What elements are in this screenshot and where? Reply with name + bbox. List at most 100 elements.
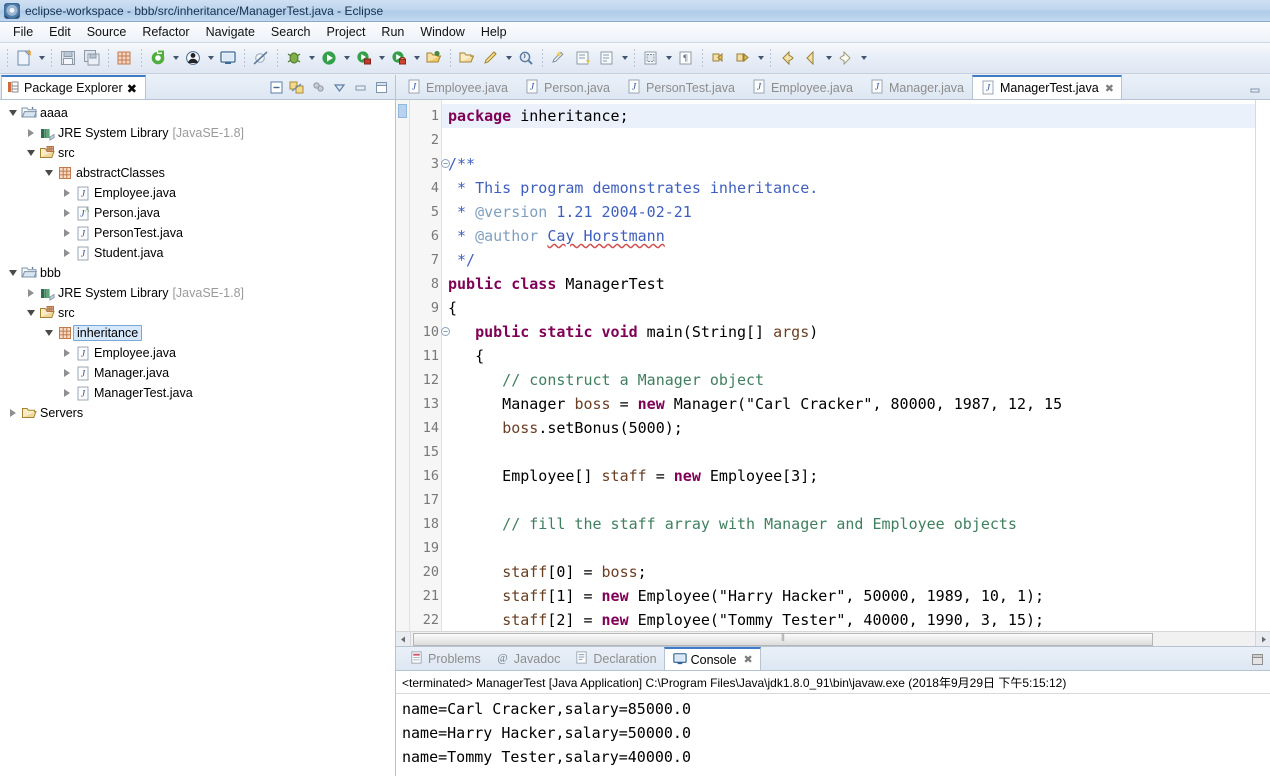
editor-tab-employee-java[interactable]: J Employee.java xyxy=(743,76,861,99)
twisty-collapsed-icon[interactable] xyxy=(60,389,74,397)
twisty-collapsed-icon[interactable] xyxy=(60,249,74,257)
tree-item-abstractclasses[interactable]: abstractClasses xyxy=(0,163,395,183)
menu-item-help[interactable]: Help xyxy=(473,23,515,41)
tree-item-manager-java[interactable]: J Manager.java xyxy=(0,363,395,383)
tree-item-bbb[interactable]: bbb xyxy=(0,263,395,283)
twisty-collapsed-icon[interactable] xyxy=(6,409,20,417)
menu-item-run[interactable]: Run xyxy=(373,23,412,41)
code-line[interactable]: { xyxy=(442,296,1270,320)
twisty-collapsed-icon[interactable] xyxy=(24,129,38,137)
edit-icon[interactable] xyxy=(479,46,503,70)
skip-breakpoints-icon[interactable] xyxy=(249,46,273,70)
editor-minimize-icon[interactable] xyxy=(1246,81,1264,99)
console-tab-problems[interactable]: Problems xyxy=(402,648,488,670)
chevron-down-icon[interactable] xyxy=(170,47,181,69)
tree-item-student-java[interactable]: J Student.java xyxy=(0,243,395,263)
editor-tab-manager-java[interactable]: J Manager.java xyxy=(861,76,972,99)
editor-tab-managertest-java-active[interactable]: J ManagerTest.java ✖ xyxy=(972,75,1122,99)
code-line[interactable]: staff[2] = new Employee("Tommy Tester", … xyxy=(442,608,1270,631)
menu-item-search[interactable]: Search xyxy=(263,23,319,41)
menu-item-project[interactable]: Project xyxy=(319,23,374,41)
code-line[interactable]: package inheritance; xyxy=(442,104,1270,128)
refresh-icon[interactable] xyxy=(146,46,170,70)
minimize-icon[interactable] xyxy=(351,78,369,96)
code-text[interactable]: package inheritance; /** * This program … xyxy=(442,100,1270,631)
link-with-editor-icon[interactable] xyxy=(288,78,306,96)
code-line[interactable]: Employee[] staff = new Employee[3]; xyxy=(442,464,1270,488)
show-whitespace-icon[interactable]: ¶ xyxy=(674,46,698,70)
maximize-icon[interactable] xyxy=(372,78,390,96)
code-line[interactable]: * @author Cay Horstmann xyxy=(442,224,1270,248)
quick-fix-icon[interactable] xyxy=(547,46,571,70)
run-icon[interactable] xyxy=(317,46,341,70)
run-external-tools-icon[interactable] xyxy=(352,46,376,70)
code-line[interactable]: staff[1] = new Employee("Harry Hacker", … xyxy=(442,584,1270,608)
new-java-package-icon[interactable] xyxy=(113,46,137,70)
toggle-block-selection-icon[interactable] xyxy=(639,46,663,70)
previous-edit-icon[interactable] xyxy=(707,46,731,70)
twisty-expanded-icon[interactable] xyxy=(24,310,38,316)
chevron-down-icon[interactable] xyxy=(205,47,216,69)
code-line[interactable]: /** xyxy=(442,152,1270,176)
twisty-expanded-icon[interactable] xyxy=(6,270,20,276)
code-line[interactable] xyxy=(442,536,1270,560)
console-tab-declaration[interactable]: Declaration xyxy=(567,648,663,670)
code-line[interactable]: public class ManagerTest xyxy=(442,272,1270,296)
java-editor[interactable]: 1 2 3−4 5 6 7 8 9 10−11 12 13 14 15 16 17 18 19 20 21 22 pa… xyxy=(396,100,1270,631)
code-line[interactable]: * This program demonstrates inheritance. xyxy=(442,176,1270,200)
back-icon[interactable] xyxy=(775,46,799,70)
menu-item-edit[interactable]: Edit xyxy=(41,23,79,41)
close-icon[interactable]: ✖ xyxy=(743,653,752,666)
chevron-down-icon[interactable] xyxy=(823,47,834,69)
close-icon[interactable]: ✖ xyxy=(1105,82,1114,95)
collapse-all-icon[interactable] xyxy=(267,78,285,96)
twisty-collapsed-icon[interactable] xyxy=(60,209,74,217)
tree-item-jre-system-library[interactable]: JRE System Library [JavaSE-1.8] xyxy=(0,123,395,143)
new-wizard-icon[interactable] xyxy=(12,46,36,70)
hscroll-track[interactable] xyxy=(411,632,1255,646)
tree-item-src[interactable]: src xyxy=(0,143,395,163)
project-tree[interactable]: aaaa JRE System Library [JavaSE-1.8] src abs… xyxy=(0,100,395,776)
hscroll-thumb[interactable] xyxy=(413,632,1153,646)
annotation-ruler[interactable] xyxy=(396,100,410,631)
toggle-mark-occurrences-icon[interactable] xyxy=(595,46,619,70)
code-line[interactable] xyxy=(442,128,1270,152)
close-icon[interactable]: ✖ xyxy=(127,81,137,96)
scroll-left-icon[interactable] xyxy=(396,632,411,646)
back-history-icon[interactable] xyxy=(799,46,823,70)
chevron-down-icon[interactable] xyxy=(503,47,514,69)
tree-item-managertest-java[interactable]: J ManagerTest.java xyxy=(0,383,395,403)
code-line[interactable]: */ xyxy=(442,248,1270,272)
editor-tab-employee-java[interactable]: J Employee.java xyxy=(398,76,516,99)
console-output[interactable]: name=Carl Cracker,salary=85000.0 name=Har… xyxy=(396,694,1270,776)
twisty-collapsed-icon[interactable] xyxy=(60,189,74,197)
code-line[interactable]: // fill the staff array with Manager and… xyxy=(442,512,1270,536)
open-type-icon[interactable] xyxy=(181,46,205,70)
twisty-collapsed-icon[interactable] xyxy=(60,369,74,377)
save-icon[interactable] xyxy=(56,46,80,70)
console-icon[interactable] xyxy=(216,46,240,70)
twisty-expanded-icon[interactable] xyxy=(24,150,38,156)
menu-item-source[interactable]: Source xyxy=(79,23,135,41)
new-folder-icon[interactable] xyxy=(455,46,479,70)
menu-item-file[interactable]: File xyxy=(5,23,41,41)
twisty-expanded-icon[interactable] xyxy=(42,330,56,336)
tree-item-aaaa[interactable]: aaaa xyxy=(0,103,395,123)
code-line[interactable]: { xyxy=(442,344,1270,368)
editor-vertical-scrollbar[interactable] xyxy=(1255,100,1270,631)
tree-item-persontest-java[interactable]: J PersonTest.java xyxy=(0,223,395,243)
menu-item-navigate[interactable]: Navigate xyxy=(198,23,263,41)
tree-item-src[interactable]: src xyxy=(0,303,395,323)
chevron-down-icon[interactable] xyxy=(376,47,387,69)
next-annotation-icon[interactable] xyxy=(571,46,595,70)
tree-item-servers[interactable]: Servers xyxy=(0,403,395,423)
code-line[interactable]: public static void main(String[] args) xyxy=(442,320,1270,344)
chevron-down-icon[interactable] xyxy=(663,47,674,69)
tree-item-employee-java[interactable]: J Employee.java xyxy=(0,343,395,363)
twisty-collapsed-icon[interactable] xyxy=(24,289,38,297)
console-tab-javadoc[interactable]: @ Javadoc xyxy=(488,648,568,670)
console-tab-console[interactable]: Console ✖ xyxy=(663,647,761,670)
code-line[interactable] xyxy=(442,488,1270,512)
forward-icon[interactable] xyxy=(834,46,858,70)
chevron-down-icon[interactable] xyxy=(36,47,47,69)
